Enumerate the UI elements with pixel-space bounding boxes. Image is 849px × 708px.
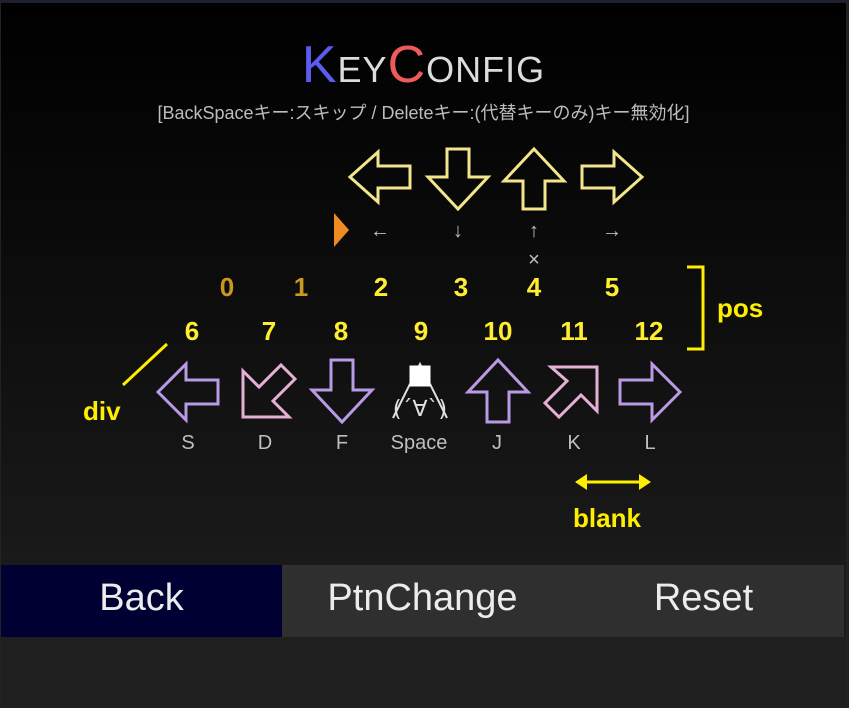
up-right-arrow-icon[interactable] [541, 361, 603, 423]
up-arrow-icon[interactable] [500, 146, 568, 212]
right-arrow-icon[interactable] [579, 148, 645, 206]
pos-number: 4 [526, 272, 542, 302]
title-onfig: ONFIG [426, 49, 546, 90]
key-label[interactable]: D [225, 432, 305, 455]
left-arrow-icon[interactable] [155, 360, 221, 424]
pos-number: 10 [483, 316, 513, 346]
bottom-bar [1, 637, 846, 707]
div-annotation: div [83, 396, 121, 426]
down-arrow-icon[interactable] [424, 146, 492, 212]
pos-number: 0 [219, 272, 235, 302]
onigiri-icon[interactable]: (´∀`) [381, 358, 459, 430]
pos-number: 1 [293, 272, 309, 302]
title-k: K [301, 36, 338, 94]
pos-number: 5 [604, 272, 620, 302]
key-config-screen: KEYCONFIG [BackSpaceキー:スキップ / Deleteキー:(… [1, 1, 846, 707]
pos-number: 8 [333, 316, 349, 346]
pos-number: 9 [413, 316, 429, 346]
subtitle-instructions: [BackSpaceキー:スキップ / Deleteキー:(代替キーのみ)キー無… [157, 103, 690, 123]
pos-number: 3 [453, 272, 469, 302]
blank-double-arrow-icon [575, 474, 651, 490]
key-label[interactable]: K [534, 432, 614, 455]
key-label[interactable]: Space [379, 432, 459, 455]
key-label[interactable]: → [572, 220, 652, 243]
page-title: KEYCONFIG [1, 35, 846, 95]
button-bar: PtnChange Reset [282, 565, 844, 637]
title-c: C [387, 36, 427, 94]
key-label[interactable]: ← [340, 220, 420, 243]
onigiri-face: (´∀`) [393, 397, 447, 422]
reset-button[interactable]: Reset [563, 565, 844, 631]
key-label[interactable]: ↓ [418, 220, 498, 243]
up-arrow-icon[interactable] [464, 357, 532, 425]
pos-annotation: pos [717, 293, 764, 323]
left-arrow-icon[interactable] [347, 148, 413, 206]
key-label[interactable]: J [457, 432, 537, 455]
pos-bracket-icon [687, 265, 705, 351]
key-label[interactable]: S [148, 432, 228, 455]
pos-number: 12 [634, 316, 664, 346]
title-ey: EY [337, 49, 388, 90]
blank-annotation: blank [573, 503, 641, 533]
pos-number: 6 [184, 316, 200, 346]
alt-key-label[interactable]: × [494, 249, 574, 272]
key-label[interactable]: L [610, 432, 690, 455]
right-arrow-icon[interactable] [617, 360, 683, 424]
key-label[interactable]: ↑ [494, 220, 574, 243]
down-arrow-icon[interactable] [308, 357, 376, 425]
pos-number: 11 [560, 316, 588, 346]
down-left-arrow-icon[interactable] [237, 359, 299, 421]
ptn-change-button[interactable]: PtnChange [282, 565, 563, 631]
pos-number: 7 [261, 316, 277, 346]
key-label[interactable]: F [302, 432, 382, 455]
back-button[interactable]: Back [1, 565, 282, 637]
pos-number: 2 [373, 272, 389, 302]
